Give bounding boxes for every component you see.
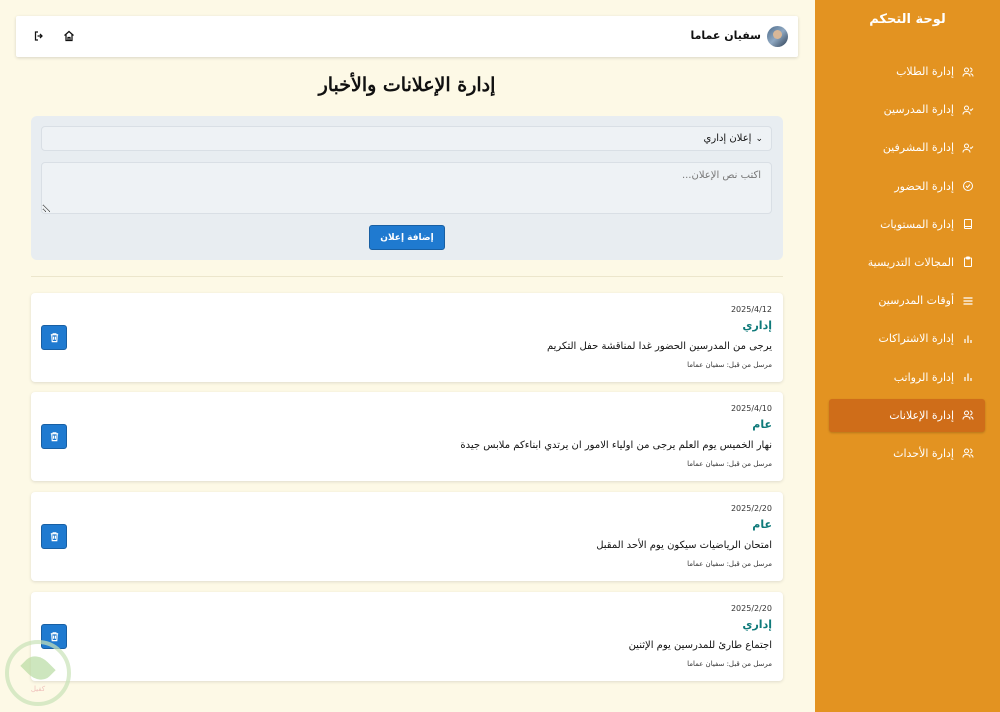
announcement-date: 2025/4/12 [730, 305, 772, 314]
bar-chart-icon [961, 332, 975, 346]
sidebar-item-label: إدارة المدرسين [883, 103, 954, 117]
sidebar-item-label: إدارة الحضور [894, 179, 954, 193]
sidebar-item-salaries[interactable]: إدارة الرواتب [829, 361, 985, 394]
announcement-text: امتحان الرياضيات سيكون يوم الأحد المقبل [596, 540, 772, 551]
top-header: سفيان عماما [16, 16, 798, 57]
announcement-card: 2025/4/12 إداري يرجى من المدرسين الحضور … [31, 293, 783, 382]
clipboard-icon [961, 255, 975, 269]
trash-icon [50, 333, 58, 343]
sidebar-title: لوحة التحكم [869, 12, 946, 27]
book-icon [961, 217, 975, 231]
sidebar-item-label: أوقات المدرسين [878, 294, 954, 308]
users-icon [961, 408, 975, 422]
sidebar-item-attendance[interactable]: إدارة الحضور [829, 170, 985, 203]
trash-icon [50, 532, 58, 542]
sidebar-item-label: إدارة الرواتب [893, 370, 954, 384]
list-icon [961, 294, 975, 308]
delete-button[interactable] [41, 524, 67, 549]
announcement-date: 2025/2/20 [730, 604, 772, 613]
announcement-type-value: إعلان إداري [703, 133, 752, 144]
announcement-card: 2025/2/20 عام امتحان الرياضيات سيكون يوم… [31, 492, 783, 581]
check-circle-icon [961, 179, 975, 193]
announcement-type: عام [752, 518, 772, 531]
home-icon[interactable] [62, 29, 76, 43]
trash-icon [50, 632, 58, 642]
sidebar-item-label: إدارة الطلاب [896, 65, 954, 78]
sidebar-item-label: المجالات التدريسية [867, 255, 954, 269]
sidebar-item-subscriptions[interactable]: إدارة الاشتراكات [829, 322, 985, 355]
sidebar-item-supervisors[interactable]: إدارة المشرفين [829, 131, 985, 164]
sidebar-item-label: إدارة الاشتراكات [878, 332, 954, 346]
logout-icon[interactable] [32, 29, 46, 43]
announcement-date: 2025/4/10 [730, 404, 772, 413]
sidebar-item-levels[interactable]: إدارة المستويات [829, 208, 985, 241]
sidebar-item-label: إدارة الأحداث [893, 446, 954, 460]
delete-button[interactable] [41, 424, 67, 449]
announcement-card: 2025/2/20 إداري اجتماع طارئ للمدرسين يوم… [31, 592, 783, 681]
announcement-sender: مرسل من قبل: سفيان عماما [687, 560, 772, 568]
user-check-icon [961, 141, 975, 155]
announcement-sender: مرسل من قبل: سفيان عماما [687, 361, 772, 369]
announcement-type: عام [752, 418, 772, 431]
leaf-icon [20, 649, 56, 686]
sidebar-item-label: إدارة المستويات [880, 217, 954, 231]
watermark-text: كفيل [30, 684, 46, 693]
announcement-card: 2025/4/10 عام نهار الخميس يوم العلم يرجى… [31, 392, 783, 481]
sidebar-item-subjects[interactable]: المجالات التدريسية [829, 246, 985, 279]
announcement-type: إداري [742, 319, 772, 332]
announcement-sender: مرسل من قبل: سفيان عماما [687, 460, 772, 468]
announcement-form: ⌄ إعلان إداري إضافة إعلان [31, 116, 783, 260]
sidebar-item-teachers[interactable]: إدارة المدرسين [829, 93, 985, 126]
users-icon [961, 65, 975, 79]
delete-button[interactable] [41, 325, 67, 350]
sidebar-item-label: إدارة المشرفين [882, 141, 954, 155]
add-announcement-button[interactable]: إضافة إعلان [369, 225, 445, 250]
sidebar-menu: إدارة الطلاب إدارة المدرسين إدارة المشرف… [829, 55, 985, 475]
announcement-type: إداري [742, 618, 772, 631]
sidebar-item-label: إدارة الإعلانات [889, 408, 954, 422]
announcement-type-select[interactable]: ⌄ إعلان إداري [41, 126, 772, 151]
users-icon [961, 446, 975, 460]
chevron-down-icon: ⌄ [755, 133, 763, 144]
announcement-text: نهار الخميس يوم العلم يرجى من اولياء الا… [460, 440, 772, 451]
avatar[interactable] [767, 26, 788, 47]
announcement-text: يرجى من المدرسين الحضور غدا لمناقشة حفل … [546, 341, 772, 352]
sidebar: لوحة التحكم إدارة الطلاب إدارة المدرسين … [815, 0, 1000, 712]
user-check-icon [961, 103, 975, 117]
sidebar-item-events[interactable]: إدارة الأحداث [829, 437, 985, 470]
announcement-sender: مرسل من قبل: سفيان عماما [687, 660, 772, 668]
page-title: إدارة الإعلانات والأخبار [318, 74, 496, 96]
sidebar-item-teacher-times[interactable]: أوقات المدرسين [829, 284, 985, 317]
user-name: سفيان عماما [690, 29, 761, 42]
sidebar-item-students[interactable]: إدارة الطلاب [829, 55, 985, 88]
bar-chart-icon [961, 370, 975, 384]
announcement-date: 2025/2/20 [730, 504, 772, 513]
sidebar-item-announcements[interactable]: إدارة الإعلانات [829, 398, 985, 432]
announcement-text: اجتماع طارئ للمدرسين يوم الإثنين [628, 640, 772, 651]
watermark-logo: كفيل [5, 640, 71, 706]
announcement-text-input[interactable] [41, 162, 772, 214]
trash-icon [50, 432, 58, 442]
divider [31, 276, 783, 277]
